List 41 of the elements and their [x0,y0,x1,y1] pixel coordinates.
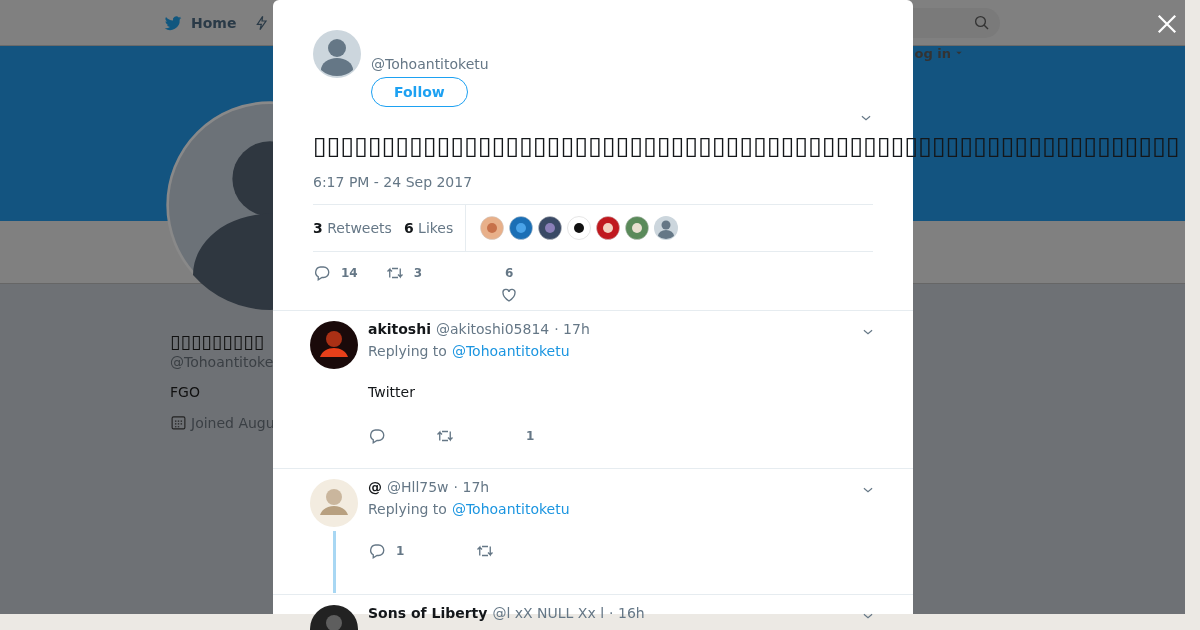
avatar-icon [310,479,358,527]
search-icon [973,13,991,32]
mention-link[interactable]: @Tohoantitoketu [451,501,570,517]
tweet-time: · 17h [554,321,590,337]
retweets-count-link[interactable]: 3 Retweets [313,220,392,236]
tweet-timestamp: 6:17 PM - 24 Sep 2017 [312,174,474,190]
reply-icon[interactable] [313,264,331,282]
avatar-icon [313,30,361,78]
retweet-count: 3 [413,265,423,282]
reply-icon[interactable] [368,427,386,445]
like-count: 1 [526,428,535,445]
reply-count: 1 [396,543,405,560]
reply-icon[interactable] [368,542,386,560]
mention-link[interactable]: @Tohoantitoketu [451,343,570,359]
reply-text: Twitter [368,384,416,402]
like-count: 6 [504,265,514,282]
avatar-icon[interactable] [596,216,621,240]
tweet-time: · 16h [609,605,645,621]
likes-count-link[interactable]: 6 Likes [403,220,454,236]
user-handle: @l xX NULL Xx l [492,605,605,621]
avatar-icon[interactable] [567,216,592,240]
user-name: akitoshi [368,321,431,337]
user-name: Sons of Liberty [368,605,488,621]
caret-icon [955,49,963,57]
avatar-icon[interactable] [538,216,563,240]
close-icon[interactable] [1156,13,1178,35]
user-handle: @akitoshi05814 [435,321,550,337]
home-link[interactable]: Home [163,12,237,33]
profile-bio: FGO [170,384,200,400]
user-handle: @Tohoantitoketu [371,56,489,72]
profile-name: ▯▯▯▯▯▯▯▯▯ [170,330,265,352]
user-name: @ [368,479,382,495]
user-handle: @Hll75w [387,479,449,495]
avatar-icon [310,321,358,369]
replying-label: Replying to [368,343,447,359]
heart-icon[interactable] [500,286,519,304]
follow-button[interactable]: Follow [371,77,468,107]
tweet-time: · 17h [453,479,490,495]
calendar-icon [170,414,187,431]
replying-label: Replying to [368,501,447,517]
reply-count: 14 [341,265,358,282]
